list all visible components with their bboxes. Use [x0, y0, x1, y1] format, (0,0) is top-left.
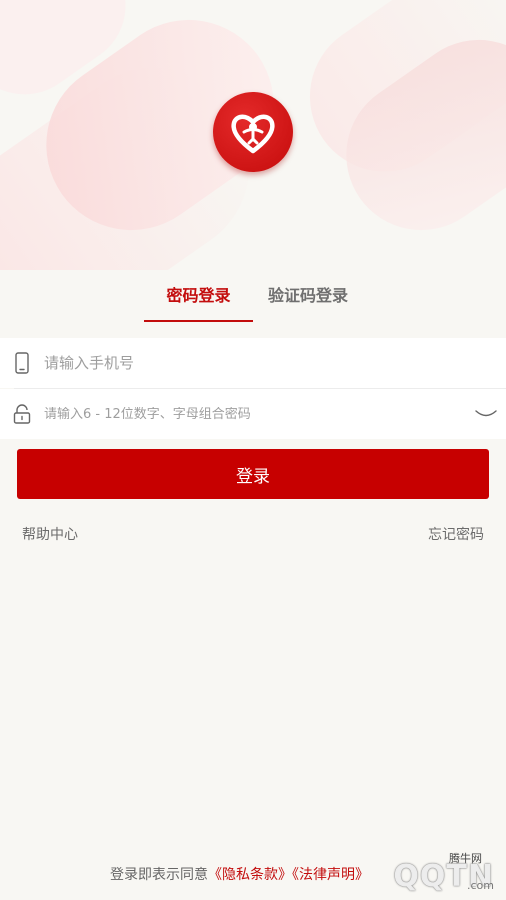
- phone-field: [0, 338, 506, 388]
- eye-closed-icon[interactable]: [466, 408, 506, 420]
- watermark-suffix: .com: [467, 879, 494, 892]
- login-button[interactable]: 登录: [17, 449, 489, 499]
- tab-code-login[interactable]: 验证码登录: [258, 282, 358, 322]
- watermark: 腾牛网 QQTN .com: [298, 846, 498, 896]
- login-tabs: 密码登录 验证码登录: [0, 282, 506, 322]
- agreement-prefix: 登录即表示同意: [110, 867, 208, 883]
- phone-icon: [0, 352, 44, 374]
- app-logo: [213, 92, 293, 172]
- help-center-link[interactable]: 帮助中心: [22, 524, 78, 544]
- lock-icon: [0, 404, 44, 424]
- forgot-password-link[interactable]: 忘记密码: [428, 524, 484, 544]
- password-input[interactable]: [44, 406, 466, 422]
- tab-password-login[interactable]: 密码登录: [144, 282, 253, 322]
- password-field: [0, 389, 506, 439]
- phone-input[interactable]: [44, 354, 506, 372]
- privacy-terms-link[interactable]: 《隐私条款》: [208, 867, 292, 883]
- heart-logo-icon: [231, 114, 275, 154]
